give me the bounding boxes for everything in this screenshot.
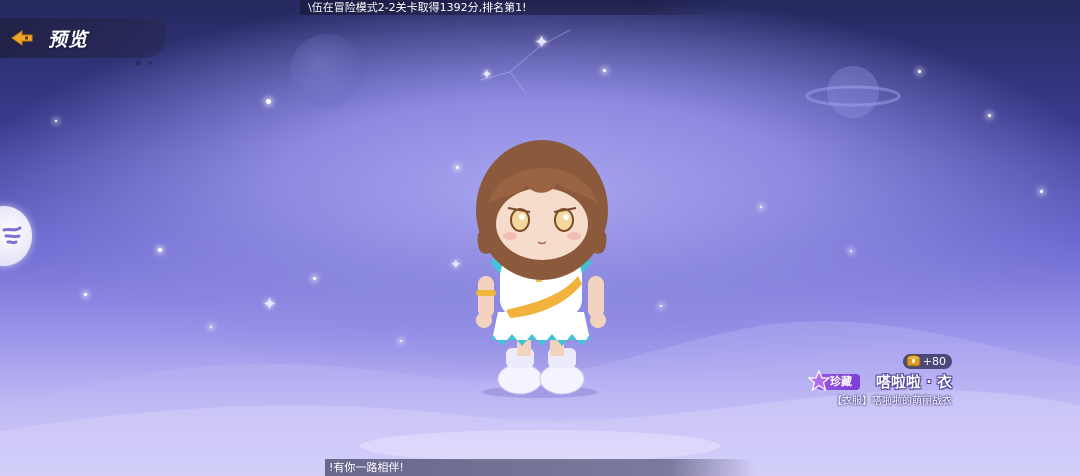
treasure-chest-icon	[906, 354, 921, 367]
broadcast-ticker-top: \伍在冒险模式2-2关卡取得1392分,排名第1!	[300, 0, 730, 15]
broadcast-ticker-bottom: !有你一路相伴!	[325, 459, 755, 476]
item-name: 嗒啦啦 · 衣	[875, 373, 952, 391]
decorative-dots	[135, 60, 152, 66]
character-model[interactable]	[462, 134, 622, 400]
item-info-panel: +80 珍藏 嗒啦啦 · 衣 【衣服】嗒啦啦的萌丽战衣	[732, 352, 952, 412]
bonus-value: +80	[922, 355, 946, 368]
back-arrow-icon	[11, 30, 33, 46]
ringed-planet	[805, 66, 901, 118]
back-button[interactable]: 预览	[0, 18, 166, 66]
item-description: 【衣服】嗒啦啦的萌丽战衣	[832, 396, 952, 407]
page-title: 预览	[48, 28, 89, 51]
distant-planet	[290, 34, 364, 108]
constellation	[479, 29, 571, 93]
rarity-star-icon	[808, 370, 830, 392]
bonus-badge: +80	[902, 354, 952, 369]
side-menu-icon	[2, 226, 22, 245]
